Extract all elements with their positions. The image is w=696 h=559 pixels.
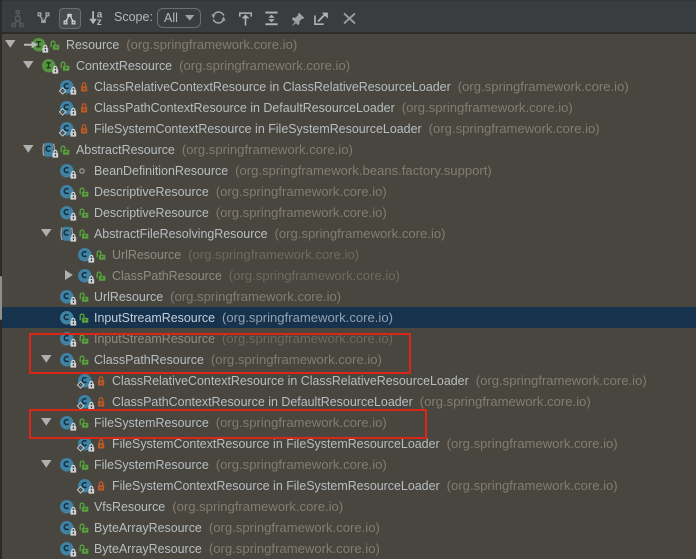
svg-text:z: z bbox=[97, 17, 102, 28]
